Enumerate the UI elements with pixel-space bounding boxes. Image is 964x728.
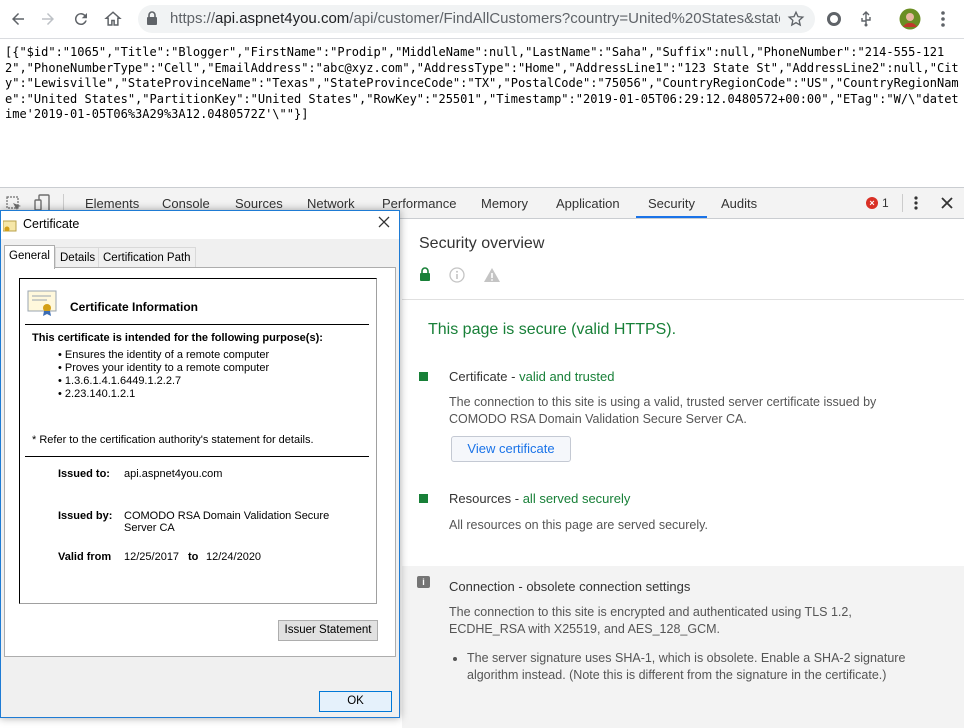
lock-icon — [146, 11, 158, 31]
divider — [402, 299, 964, 300]
certificate-icon — [27, 289, 59, 320]
profile-avatar[interactable] — [899, 8, 921, 30]
purpose-item: • 2.23.140.1.2.1 — [58, 388, 136, 400]
purpose-heading: This certificate is intended for the fol… — [32, 332, 323, 344]
error-icon: × — [866, 197, 878, 209]
url-path: /api/customer/FindAllCustomers?country=U… — [349, 10, 780, 27]
address-bar[interactable]: https://api.aspnet4you.com/api/customer/… — [138, 5, 815, 33]
connection-info-icon: i — [417, 576, 430, 588]
certificate-label: Certificate — [449, 369, 508, 384]
certificate-info-box: Certificate Information This certificate… — [19, 278, 377, 604]
tab-details[interactable]: Details — [55, 247, 101, 268]
avatar-icon — [899, 8, 921, 30]
devtools-close-icon[interactable] — [940, 196, 954, 215]
connection-section: i Connection - obsolete connection setti… — [402, 566, 964, 728]
purpose-list: • Ensures the identity of a remote compu… — [58, 349, 269, 401]
tab-general[interactable]: General — [4, 245, 55, 269]
resources-status-square — [419, 494, 428, 503]
certificate-row: Certificate - valid and trusted — [449, 369, 615, 384]
tab-memory[interactable]: Memory — [481, 188, 528, 218]
divider — [25, 456, 369, 457]
issuer-statement-button[interactable]: Issuer Statement — [278, 620, 378, 641]
security-summary-icons — [419, 267, 501, 288]
info-icon — [449, 267, 465, 288]
view-certificate-button[interactable]: View certificate — [451, 436, 571, 462]
tab-separator — [902, 194, 903, 212]
url-scheme: https:// — [170, 10, 216, 27]
forward-button[interactable] — [36, 7, 60, 31]
bookmark-star-icon[interactable] — [787, 10, 805, 33]
json-response-text: [{"$id":"1065","Title":"Blogger","FirstN… — [5, 45, 959, 121]
issued-to-label: Issued to: — [58, 468, 110, 480]
browser-toolbar: https://api.aspnet4you.com/api/customer/… — [0, 0, 964, 39]
divider — [25, 324, 369, 325]
connection-bullet-list: The server signature uses SHA-1, which i… — [449, 650, 909, 684]
devtools-menu-icon[interactable] — [914, 196, 918, 215]
back-arrow-icon — [12, 13, 24, 25]
url-text: https://api.aspnet4you.com/api/customer/… — [170, 5, 780, 33]
certificate-status: valid and trusted — [519, 369, 615, 384]
valid-to-label: to — [188, 551, 199, 563]
error-count: 1 — [882, 196, 889, 210]
kebab-menu-icon — [941, 11, 945, 27]
dialog-title: Certificate — [23, 217, 80, 231]
resources-label: Resources — [449, 491, 512, 506]
tab-certification-path[interactable]: Certification Path — [98, 247, 196, 268]
certificate-description: The connection to this site is using a v… — [449, 395, 877, 426]
certificate-info-heading: Certificate Information — [70, 300, 199, 314]
dialog-close-icon[interactable] — [377, 215, 391, 234]
purpose-item: • Ensures the identity of a remote compu… — [58, 349, 270, 361]
issued-by-label: Issued by: — [58, 510, 113, 522]
secure-lock-icon — [419, 267, 431, 288]
valid-from-label: Valid from — [58, 551, 112, 563]
certificate-status-square — [419, 372, 428, 381]
valid-to-value: 12/24/2020 — [206, 551, 262, 563]
home-button[interactable] — [101, 7, 125, 31]
tab-audits[interactable]: Audits — [721, 188, 757, 218]
error-count-badge[interactable]: × 1 — [866, 196, 889, 210]
purpose-item: • Proves your identity to a remote compu… — [58, 362, 270, 374]
reload-button[interactable] — [69, 7, 93, 31]
security-overview-title: Security overview — [419, 235, 545, 252]
certificate-dialog: Certificate General Details Certificatio… — [0, 210, 400, 718]
connection-bullet: The server signature uses SHA-1, which i… — [467, 650, 909, 684]
reload-icon — [74, 13, 87, 26]
extension-usb-icon[interactable] — [856, 9, 876, 29]
resources-row: Resources - all served securely — [449, 491, 631, 506]
dialog-titlebar[interactable]: Certificate — [1, 211, 399, 239]
warning-icon — [483, 267, 501, 288]
connection-label: Connection - obsolete connection setting… — [449, 579, 691, 594]
connection-description: The connection to this site is encrypted… — [449, 605, 852, 636]
general-tab-page: Certificate Information This certificate… — [4, 267, 396, 657]
back-button[interactable] — [6, 7, 30, 31]
certificate-window-icon — [2, 219, 17, 236]
forward-arrow-icon — [42, 13, 54, 25]
issued-to-value: api.aspnet4you.com — [124, 468, 223, 480]
tab-security[interactable]: Security — [636, 188, 707, 218]
browser-menu-button[interactable] — [933, 9, 953, 29]
url-host: api.aspnet4you.com — [215, 10, 350, 27]
secure-heading: This page is secure (valid HTTPS). — [428, 321, 677, 338]
ok-button[interactable]: OK — [319, 691, 392, 712]
valid-from-value: 12/25/2017 — [124, 551, 180, 563]
home-icon — [104, 11, 122, 26]
resources-status: all served securely — [522, 491, 631, 506]
resources-description: All resources on this page are served se… — [449, 518, 708, 532]
purpose-item: • 1.3.6.1.4.1.6449.1.2.2.7 — [58, 375, 182, 387]
extension-circle-icon[interactable] — [824, 9, 844, 29]
tab-application[interactable]: Application — [556, 188, 620, 218]
issued-by-value: COMODO RSA Domain Validation Secure Serv… — [124, 510, 330, 534]
security-panel: Security overview This page is secure (v… — [402, 219, 964, 728]
refer-note: * Refer to the certification authority's… — [32, 434, 314, 446]
